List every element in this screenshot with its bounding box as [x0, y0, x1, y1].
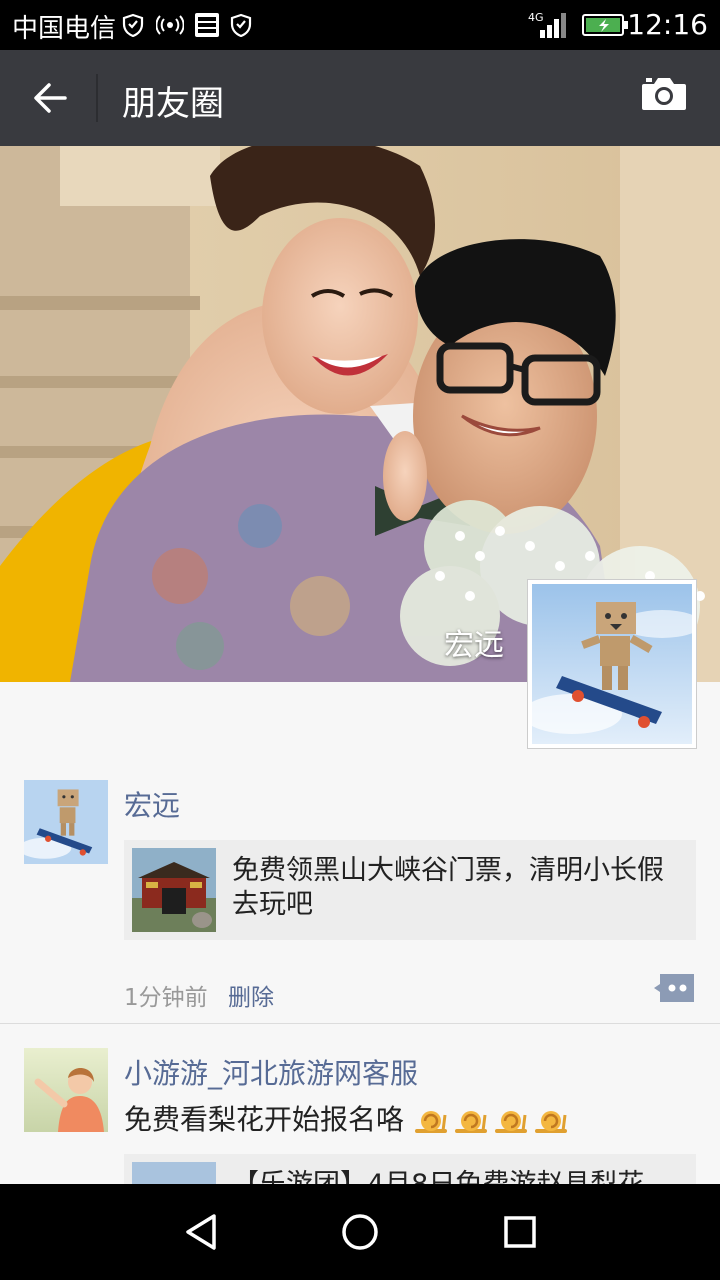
nav-home-button[interactable]: [336, 1208, 384, 1256]
link-title: 【乐游团】4月8日免费游赵县梨花: [232, 1168, 688, 1184]
post-timestamp: 1分钟前: [124, 985, 208, 1011]
comment-button[interactable]: [652, 972, 696, 1004]
page-title: 朋友圈: [122, 84, 224, 124]
my-avatar[interactable]: [522, 579, 702, 749]
shield-icon: [230, 10, 252, 40]
post-text-content: 免费看梨花开始报名咯: [124, 1103, 405, 1136]
triangle-back-icon: [186, 1214, 216, 1250]
storage-icon: [194, 10, 220, 40]
danboard-skateboard-image: [24, 780, 108, 864]
gate-thumbnail-image: [132, 848, 216, 932]
link-thumbnail: [132, 1162, 216, 1184]
post-author[interactable]: 宏远: [124, 784, 180, 824]
snail-emoji-icon: [413, 1107, 569, 1135]
post-author[interactable]: 小游游_河北旅游网客服: [124, 1052, 418, 1092]
status-bar: 中国电信 4G 12:16: [0, 0, 720, 50]
wireless-icon: [156, 10, 184, 40]
pear-blossom-thumbnail-image: [132, 1162, 216, 1184]
arrow-left-icon: [34, 83, 67, 113]
title-bar: 朋友圈: [0, 50, 720, 146]
back-button[interactable]: [24, 72, 76, 124]
shared-link-card[interactable]: 免费领黑山大峡谷门票，清明小长假去玩吧: [124, 840, 696, 940]
battery-icon: [582, 10, 630, 40]
shield-icon: [122, 10, 144, 40]
delete-button[interactable]: 删除: [228, 978, 274, 1012]
post-avatar[interactable]: [24, 780, 108, 864]
girl-photo-avatar: [24, 1048, 108, 1132]
link-thumbnail: [132, 848, 216, 932]
navigation-bar: [0, 1184, 720, 1280]
svg-text:4G: 4G: [528, 11, 544, 24]
nav-recents-button[interactable]: [496, 1208, 544, 1256]
comment-bubble-icon: [654, 974, 694, 1002]
circle-home-icon: [342, 1214, 378, 1250]
signal-icon: 4G: [528, 10, 568, 40]
status-time: 12:16: [627, 8, 708, 41]
moments-feed[interactable]: 宏远 宏远 免费领黑山大峡谷门票，清明小长假去玩吧 1分钟前 删除 小游游_河北…: [0, 146, 720, 1184]
square-recents-icon: [504, 1216, 536, 1248]
post-divider: [0, 1023, 720, 1024]
shared-link-card[interactable]: 【乐游团】4月8日免费游赵县梨花: [124, 1154, 696, 1184]
post-text: 免费看梨花开始报名咯: [124, 1098, 569, 1138]
camera-button[interactable]: [640, 74, 692, 122]
danboard-skateboard-image: [522, 584, 702, 744]
post-avatar[interactable]: [24, 1048, 108, 1132]
nav-back-button[interactable]: [178, 1208, 226, 1256]
camera-icon: [642, 78, 686, 110]
carrier-label: 中国电信: [12, 14, 117, 44]
moment-post: 小游游_河北旅游网客服 免费看梨花开始报名咯 【乐游团】4月8日免费游赵县梨花: [0, 1048, 720, 1184]
moment-post: 宏远 免费领黑山大峡谷门票，清明小长假去玩吧 1分钟前 删除: [0, 780, 720, 1024]
title-divider: [96, 74, 98, 122]
cover-user-name: 宏远: [444, 628, 504, 663]
link-title: 免费领黑山大峡谷门票，清明小长假去玩吧: [232, 855, 664, 920]
